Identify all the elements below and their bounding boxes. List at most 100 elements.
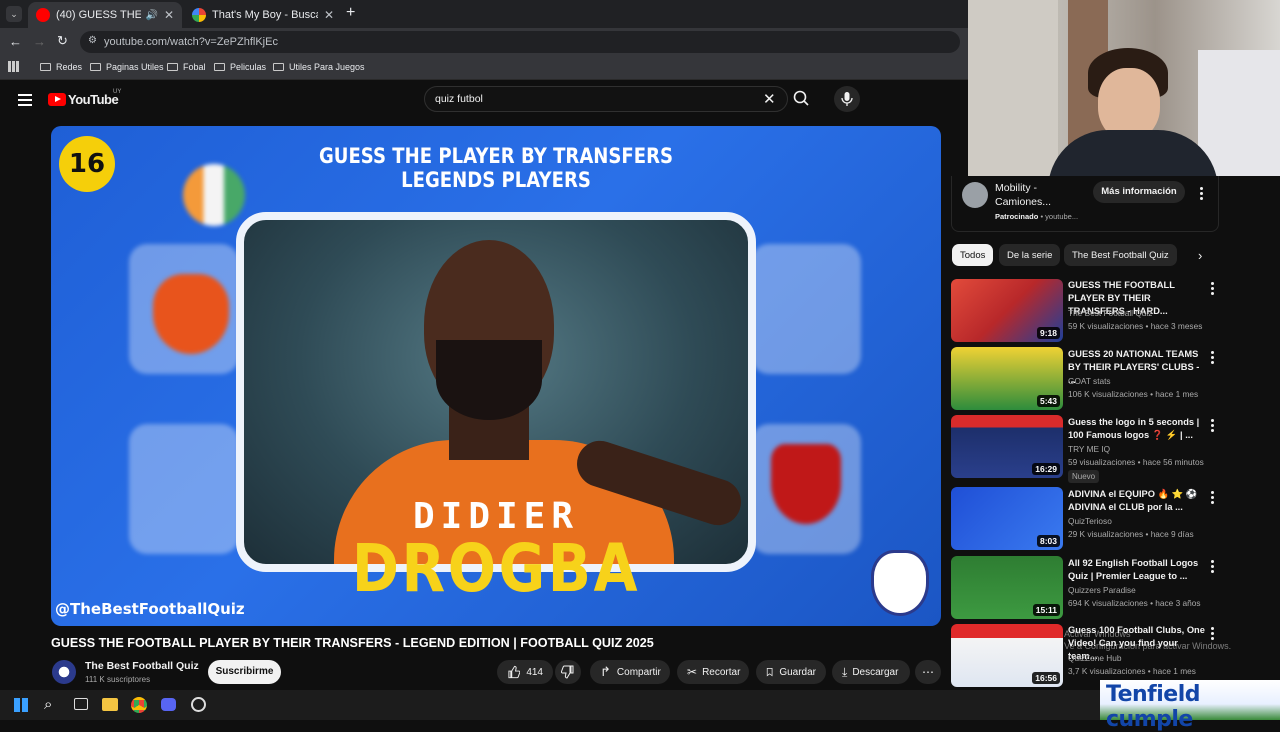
recommendation-meta: 106 K visualizaciones • hace 1 mes: [1068, 389, 1199, 399]
ad-card[interactable]: Mobility - Camiones... Patrocinado • you…: [951, 176, 1219, 232]
forward-icon[interactable]: →: [33, 34, 46, 49]
bookmark-paginas-utiles[interactable]: Paginas Utiles: [90, 62, 164, 72]
back-icon[interactable]: ←: [9, 34, 22, 49]
close-icon[interactable]: ✕: [324, 8, 334, 22]
scissors-icon: ✂: [687, 665, 698, 679]
menu-icon[interactable]: [18, 94, 32, 109]
bookmark-redes[interactable]: Redes: [40, 62, 82, 72]
windows-activation-watermark: Activar Windows Ve a Configuración para …: [1064, 629, 1232, 651]
bookmark-utiles-para-juegos[interactable]: Utiles Para Juegos: [273, 62, 365, 72]
blurred-club-badge: [751, 244, 861, 374]
thumbs-up-icon: [508, 665, 521, 679]
ad-avatar: [962, 182, 988, 208]
recommendation-title[interactable]: All 92 English Football Logos Quiz | Pre…: [1068, 557, 1208, 583]
recommendation-channel[interactable]: GOAT stats: [1068, 376, 1111, 386]
channel-avatar[interactable]: [52, 660, 76, 684]
ad-more-icon[interactable]: [1200, 187, 1204, 202]
youtube-logo-icon[interactable]: [48, 93, 66, 106]
duration-badge: 16:56: [1032, 672, 1060, 684]
bookmark-peliculas[interactable]: Peliculas: [214, 62, 266, 72]
windows-start-icon[interactable]: [14, 698, 28, 712]
search-input[interactable]: quiz futbol: [435, 93, 483, 105]
club-crest-icon: [153, 274, 229, 354]
search-box[interactable]: quiz futbol ✕: [424, 86, 788, 112]
bookmark-fobal[interactable]: Fobal: [167, 62, 206, 72]
search-icon: [793, 90, 809, 106]
more-icon[interactable]: [1211, 351, 1215, 366]
tenfield-text: Tenfield cumple: [1106, 682, 1201, 732]
task-view-icon[interactable]: [74, 698, 88, 710]
search-button[interactable]: [786, 86, 818, 112]
download-button[interactable]: ⤓ Descargar: [832, 660, 910, 684]
taskbar-search-icon[interactable]: ⌕: [44, 696, 52, 713]
clip-button[interactable]: ✂ Recortar: [677, 660, 749, 684]
thumbnail-title: GUESS THE PLAYER BY TRANSFERS LEGENDS PL…: [51, 144, 941, 192]
recommendation-thumbnail[interactable]: 5:43: [951, 347, 1063, 410]
microphone-icon: [841, 92, 853, 106]
share-button[interactable]: ↱ Compartir: [590, 660, 670, 684]
recommendation-thumbnail[interactable]: 9:18: [951, 279, 1063, 342]
recommendation-thumbnail[interactable]: 8:03: [951, 487, 1063, 550]
chip-the-best-football-quiz[interactable]: The Best Football Quiz: [1064, 244, 1177, 266]
voice-search-button[interactable]: [834, 86, 860, 112]
chip-de-la-serie[interactable]: De la serie: [999, 244, 1061, 266]
recommendation-channel[interactable]: Quizzers Paradise: [1068, 585, 1136, 595]
recommendation-title[interactable]: Guess the logo in 5 seconds | 100 Famous…: [1068, 416, 1208, 442]
more-icon[interactable]: [1211, 491, 1215, 506]
chevron-right-icon[interactable]: ›: [1198, 248, 1202, 263]
recommendation-channel[interactable]: The Best Football Quiz: [1068, 308, 1152, 318]
url-field[interactable]: ⚙ youtube.com/watch?v=ZePZhflKjEc: [80, 31, 960, 53]
download-icon: ⤓: [842, 664, 848, 679]
discord-icon[interactable]: [161, 698, 176, 711]
recommendation-meta: 59 visualizaciones • hace 56 minutos: [1068, 457, 1204, 467]
region-code: UY: [113, 89, 122, 95]
tab-search-icon[interactable]: ⌄: [6, 6, 22, 22]
subscribe-button[interactable]: Suscribirme: [208, 660, 281, 684]
tab-label: (40) GUESS THE FOOTBALL: [56, 9, 142, 21]
more-actions-button[interactable]: ⋯: [915, 660, 941, 684]
more-icon[interactable]: [1211, 282, 1215, 297]
duration-badge: 5:43: [1036, 395, 1060, 407]
thumbs-down-icon: [561, 665, 574, 679]
thumbnail-title-line2: LEGENDS PLAYERS: [401, 168, 591, 192]
like-button[interactable]: 414: [497, 660, 553, 684]
chip-todos[interactable]: Todos: [952, 244, 994, 266]
dislike-button[interactable]: [555, 660, 581, 684]
file-explorer-icon[interactable]: [102, 698, 118, 711]
apps-icon[interactable]: [8, 61, 19, 72]
tab-youtube[interactable]: (40) GUESS THE FOOTBALL 🔊 ✕: [28, 2, 182, 28]
chrome-icon[interactable]: [131, 697, 147, 713]
recommendation-title[interactable]: ADIVINA el EQUIPO 🔥 ⭐ ⚽ ADIVINA el CLUB …: [1068, 488, 1208, 514]
close-icon[interactable]: ✕: [164, 8, 174, 22]
clear-search-icon[interactable]: ✕: [763, 90, 776, 108]
folder-icon: [40, 63, 51, 71]
recommendation-thumbnail[interactable]: 15:11: [951, 556, 1063, 619]
channel-watermark-icon[interactable]: [871, 550, 929, 616]
folder-icon: [273, 63, 284, 71]
recommendation-thumbnail[interactable]: 16:29: [951, 415, 1063, 478]
new-badge: Nuevo: [1068, 470, 1100, 483]
tenfield-overlay: Tenfield cumple: [1100, 680, 1280, 732]
recommendation-channel[interactable]: QuizZone Hub: [1068, 653, 1122, 663]
folder-icon: [167, 63, 178, 71]
webcam-overlay: [968, 0, 1280, 176]
more-icon[interactable]: [1211, 419, 1215, 434]
app-icon[interactable]: [191, 697, 206, 712]
reload-icon[interactable]: ↻: [57, 33, 68, 49]
recommendation-thumbnail[interactable]: 16:56: [951, 624, 1063, 687]
recommendation-channel[interactable]: QuizTerioso: [1068, 516, 1112, 526]
channel-handle-watermark: @TheBestFootballQuiz: [55, 600, 245, 618]
video-player[interactable]: 16 GUESS THE PLAYER BY TRANSFERS LEGENDS…: [51, 126, 941, 626]
duration-badge: 15:11: [1032, 604, 1060, 616]
more-icon[interactable]: [1211, 560, 1215, 575]
tab-google[interactable]: That's My Boy - Buscar con Goo ✕: [184, 2, 342, 28]
save-button[interactable]: Guardar: [756, 660, 826, 684]
new-tab-icon[interactable]: +: [346, 4, 355, 22]
recommendation-channel[interactable]: TRY ME IQ: [1068, 444, 1110, 454]
speaker-icon: 🔊: [145, 9, 158, 21]
ad-cta-button[interactable]: Más información: [1093, 181, 1185, 203]
youtube-logo-text[interactable]: YouTube: [68, 92, 119, 107]
site-info-icon[interactable]: ⚙: [88, 35, 97, 46]
subscriber-count: 111 K suscriptores: [85, 675, 151, 684]
channel-name[interactable]: The Best Football Quiz: [85, 660, 199, 672]
